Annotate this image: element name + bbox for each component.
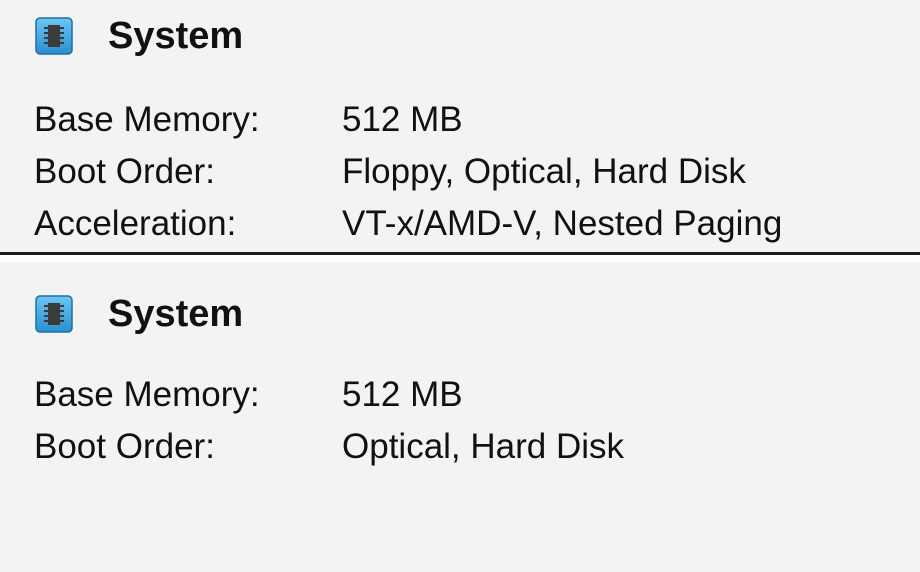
detail-label: Boot Order: bbox=[34, 152, 215, 191]
details-list: Base Memory: 512 MB Boot Order: Floppy, … bbox=[34, 94, 782, 250]
system-details-panel-bottom: System Base Memory: 512 MB Boot Order: O… bbox=[0, 262, 920, 572]
section-title: System bbox=[108, 14, 244, 57]
details-list: Base Memory: 512 MB Boot Order: Optical,… bbox=[34, 369, 624, 473]
section-title: System bbox=[108, 292, 244, 335]
detail-row-base-memory: Base Memory: 512 MB bbox=[34, 94, 782, 146]
detail-value: VT-x/AMD-V, Nested Paging bbox=[342, 204, 783, 243]
chip-icon bbox=[35, 295, 73, 333]
detail-label: Boot Order: bbox=[34, 427, 215, 466]
detail-value: 512 MB bbox=[342, 375, 463, 414]
detail-label: Acceleration: bbox=[34, 204, 237, 243]
detail-row-base-memory: Base Memory: 512 MB bbox=[34, 369, 624, 421]
detail-value: Optical, Hard Disk bbox=[342, 427, 625, 466]
detail-row-acceleration: Acceleration: VT-x/AMD-V, Nested Paging bbox=[34, 198, 782, 250]
panel-divider bbox=[0, 252, 920, 262]
system-details-panel-top: System Base Memory: 512 MB Boot Order: F… bbox=[0, 0, 920, 252]
detail-value: Floppy, Optical, Hard Disk bbox=[342, 152, 746, 191]
detail-row-boot-order: Boot Order: Optical, Hard Disk bbox=[34, 421, 624, 473]
detail-label: Base Memory: bbox=[34, 100, 260, 139]
detail-row-boot-order: Boot Order: Floppy, Optical, Hard Disk bbox=[34, 146, 782, 198]
divider-line bbox=[0, 252, 920, 255]
section-header[interactable]: System bbox=[34, 14, 243, 58]
detail-value: 512 MB bbox=[342, 100, 463, 139]
detail-label: Base Memory: bbox=[34, 375, 260, 414]
section-header[interactable]: System bbox=[34, 292, 243, 336]
chip-icon bbox=[35, 17, 73, 55]
